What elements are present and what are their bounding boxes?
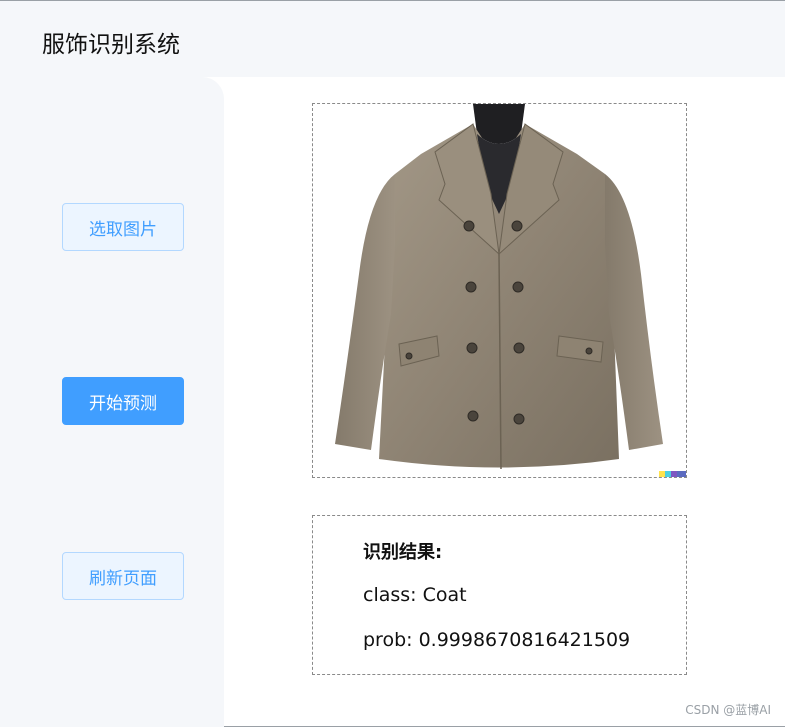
select-image-button[interactable]: 选取图片 bbox=[62, 203, 184, 251]
result-prob: prob: 0.9998670816421509 bbox=[363, 629, 631, 651]
sidebar: 选取图片 开始预测 刷新页面 bbox=[0, 77, 224, 727]
app-title: 服饰识别系统 bbox=[42, 32, 180, 58]
app-window: 服饰识别系统 选取图片 开始预测 刷新页面 识别结果: class: Coat … bbox=[0, 0, 785, 727]
result-heading: 识别结果: bbox=[363, 542, 443, 563]
refresh-page-button[interactable]: 刷新页面 bbox=[62, 552, 184, 600]
start-predict-button[interactable]: 开始预测 bbox=[62, 377, 184, 425]
result-panel: 识别结果: class: Coat prob: 0.99986708164215… bbox=[312, 515, 687, 675]
image-preview bbox=[312, 103, 687, 478]
coat-photo bbox=[335, 104, 686, 477]
watermark: CSDN @蓝博AI bbox=[685, 703, 771, 717]
header-bar: 服饰识别系统 bbox=[0, 1, 785, 77]
result-class: class: Coat bbox=[363, 584, 467, 606]
